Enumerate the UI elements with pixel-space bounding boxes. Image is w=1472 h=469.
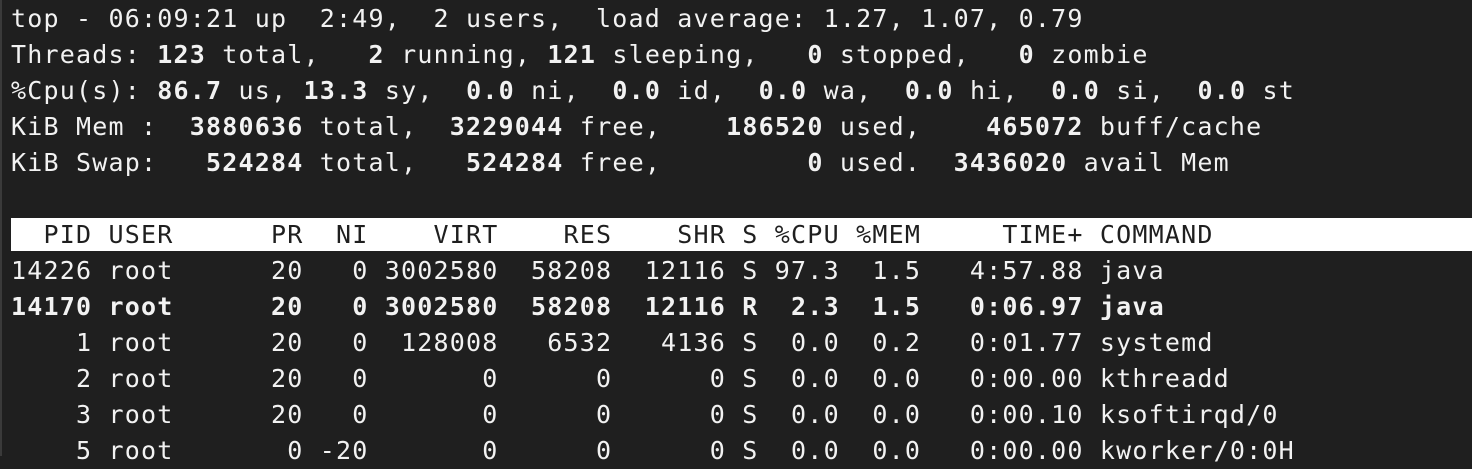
summary-value: 0	[1018, 40, 1035, 69]
summary-label: top - 06:09:21 up 2:49, 2 users, load av…	[11, 4, 1084, 33]
summary-label: us,	[222, 76, 304, 105]
summary-value: 0.0	[1051, 76, 1100, 105]
summary-label: %Cpu(s):	[11, 76, 158, 105]
summary-label: ni,	[514, 76, 613, 105]
summary-label: running,	[384, 40, 548, 69]
process-row: 14170 root 20 0 3002580 58208 12116 R 2.…	[11, 292, 1165, 321]
terminal-window[interactable]: top - 06:09:21 up 2:49, 2 users, load av…	[0, 0, 1472, 465]
summary-value: 0.0	[904, 76, 954, 105]
summary-label: wa,	[807, 76, 905, 105]
summary-label: KiB Swap:	[11, 148, 207, 177]
summary-value: 524284	[206, 148, 304, 177]
summary-label: id,	[661, 76, 759, 105]
summary-value: 524284	[466, 148, 564, 177]
summary-label: stopped,	[823, 40, 1019, 69]
summary-label: free,	[563, 112, 727, 141]
summary-label: sleeping,	[596, 40, 808, 69]
mem-line: KiB Mem : 3880636 total, 3229044 free, 1…	[11, 109, 1262, 145]
summary-value: 0.0	[1197, 76, 1247, 105]
summary-value: 0.0	[612, 76, 662, 105]
process-row: 3 root 20 0 0 0 0 S 0.0 0.0 0:00.10 ksof…	[11, 400, 1279, 429]
process-row: 2 root 20 0 0 0 0 S 0.0 0.0 0:00.00 kthr…	[11, 364, 1230, 393]
cpu-line: %Cpu(s): 86.7 us, 13.3 sy, 0.0 ni, 0.0 i…	[11, 73, 1295, 109]
process-table-header: PID USER PR NI VIRT RES SHR S %CPU %MEM …	[11, 218, 1472, 251]
summary-value: 186520	[726, 112, 824, 141]
summary-label: Threads:	[11, 40, 158, 69]
summary-label: total,	[303, 148, 467, 177]
summary-label: st	[1246, 76, 1296, 105]
summary-label: hi,	[953, 76, 1052, 105]
summary-value: 465072	[986, 112, 1084, 141]
window-edge	[0, 0, 2, 456]
summary-label: zombie	[1034, 40, 1149, 69]
summary-label: used,	[823, 112, 987, 141]
swap-line: KiB Swap: 524284 total, 524284 free, 0 u…	[11, 145, 1230, 181]
summary-value: 0	[807, 148, 824, 177]
summary-value: 13.3	[303, 76, 369, 105]
summary-label: buff/cache	[1083, 112, 1263, 141]
summary-value: 3436020	[953, 148, 1068, 177]
process-row: 5 root 0 -20 0 0 0 S 0.0 0.0 0:00.00 kwo…	[11, 436, 1295, 465]
summary-value: 86.7	[157, 76, 223, 105]
summary-label: total,	[206, 40, 369, 69]
process-row: 1 root 20 0 128008 6532 4136 S 0.0 0.2 0…	[11, 328, 1214, 357]
column-headers: PID USER PR NI VIRT RES SHR S %CPU %MEM …	[11, 220, 1214, 249]
summary-label: used.	[823, 148, 954, 177]
threads-line: Threads: 123 total, 2 running, 121 sleep…	[11, 37, 1149, 73]
summary-value: 0.0	[466, 76, 515, 105]
summary-value: 123	[157, 40, 207, 69]
summary-value: 3880636	[189, 112, 304, 141]
summary-label: avail Mem	[1067, 148, 1230, 177]
summary-label: si,	[1099, 76, 1198, 105]
summary-label: total,	[303, 112, 450, 141]
uptime-line: top - 06:09:21 up 2:49, 2 users, load av…	[11, 1, 1084, 37]
summary-label: KiB Mem :	[11, 112, 190, 141]
summary-value: 121	[547, 40, 597, 69]
summary-value: 0.0	[758, 76, 808, 105]
summary-value: 3229044	[449, 112, 564, 141]
summary-label: sy,	[368, 76, 467, 105]
process-row: 14226 root 20 0 3002580 58208 12116 S 97…	[11, 256, 1165, 285]
summary-value: 2	[368, 40, 385, 69]
summary-value: 0	[807, 40, 824, 69]
summary-label: free,	[563, 148, 808, 177]
